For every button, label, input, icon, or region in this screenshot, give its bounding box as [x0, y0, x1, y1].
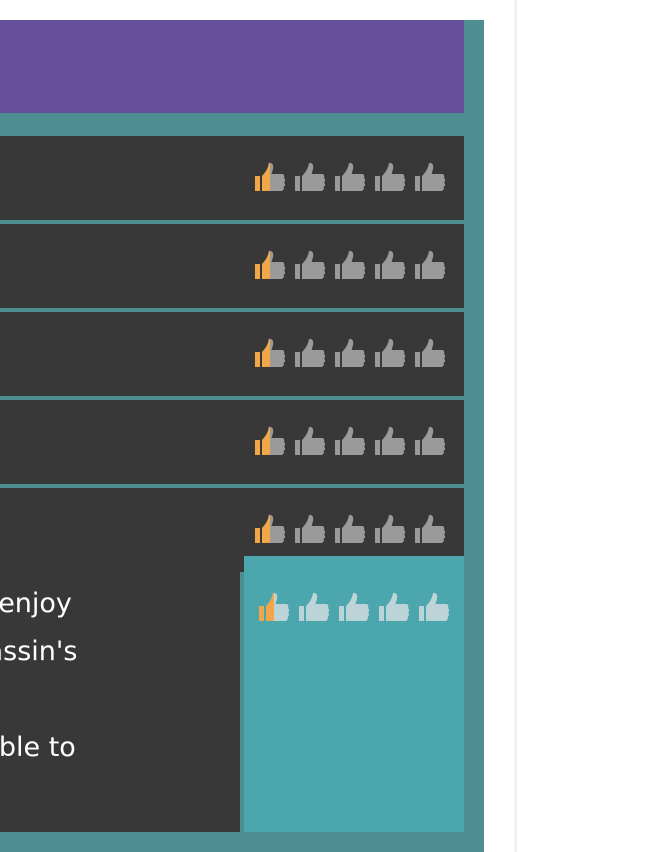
thumbs-up-icon[interactable]	[412, 512, 448, 548]
review-text-box: you enjoy Assassin's ible be able to	[0, 556, 240, 832]
review-text-line: be able to	[0, 732, 76, 763]
thumbs-rating[interactable]	[252, 512, 448, 548]
thumbs-up-icon[interactable]	[332, 160, 368, 196]
review-text: you enjoy Assassin's ible be able to	[0, 580, 230, 772]
thumbs-up-icon[interactable]	[292, 160, 328, 196]
thumbs-up-icon[interactable]	[332, 424, 368, 460]
rating-row	[0, 224, 464, 308]
rating-row	[0, 400, 464, 484]
review-text-line: Assassin's	[0, 636, 78, 667]
thumbs-up-icon[interactable]	[372, 160, 408, 196]
thumbs-up-icon[interactable]	[372, 248, 408, 284]
review-text-line: ible	[0, 676, 230, 724]
thumbs-up-icon[interactable]	[292, 512, 328, 548]
thumbs-up-icon[interactable]	[412, 248, 448, 284]
thumbs-up-icon[interactable]	[256, 590, 292, 626]
rating-row	[0, 312, 464, 396]
panel-header	[0, 20, 464, 113]
thumbs-rating[interactable]	[252, 424, 448, 460]
thumbs-up-icon[interactable]	[412, 336, 448, 372]
thumbs-up-icon[interactable]	[252, 160, 288, 196]
thumbs-up-icon[interactable]	[372, 336, 408, 372]
thumbs-up-icon[interactable]	[252, 248, 288, 284]
thumbs-rating[interactable]	[256, 590, 452, 626]
thumbs-up-icon[interactable]	[412, 424, 448, 460]
thumbs-up-icon[interactable]	[252, 336, 288, 372]
thumbs-up-icon[interactable]	[292, 336, 328, 372]
thumbs-up-icon[interactable]	[252, 424, 288, 460]
thumbs-rating[interactable]	[252, 160, 448, 196]
thumbs-up-icon[interactable]	[376, 590, 412, 626]
thumbs-up-icon[interactable]	[332, 512, 368, 548]
thumbs-up-icon[interactable]	[372, 424, 408, 460]
review-score-box	[244, 556, 464, 832]
thumbs-up-icon[interactable]	[292, 248, 328, 284]
thumbs-up-icon[interactable]	[416, 590, 452, 626]
thumbs-rating[interactable]	[252, 336, 448, 372]
thumbs-up-icon[interactable]	[332, 336, 368, 372]
right-column-divider	[514, 0, 517, 852]
thumbs-up-icon[interactable]	[412, 160, 448, 196]
thumbs-up-icon[interactable]	[252, 512, 288, 548]
thumbs-up-icon[interactable]	[292, 424, 328, 460]
thumbs-up-icon[interactable]	[336, 590, 372, 626]
thumbs-up-icon[interactable]	[372, 512, 408, 548]
thumbs-up-icon[interactable]	[332, 248, 368, 284]
review-text-line: you enjoy	[0, 588, 72, 619]
thumbs-up-icon[interactable]	[296, 590, 332, 626]
thumbs-rating[interactable]	[252, 248, 448, 284]
page: you enjoy Assassin's ible be able to	[0, 0, 652, 852]
rating-row	[0, 136, 464, 220]
